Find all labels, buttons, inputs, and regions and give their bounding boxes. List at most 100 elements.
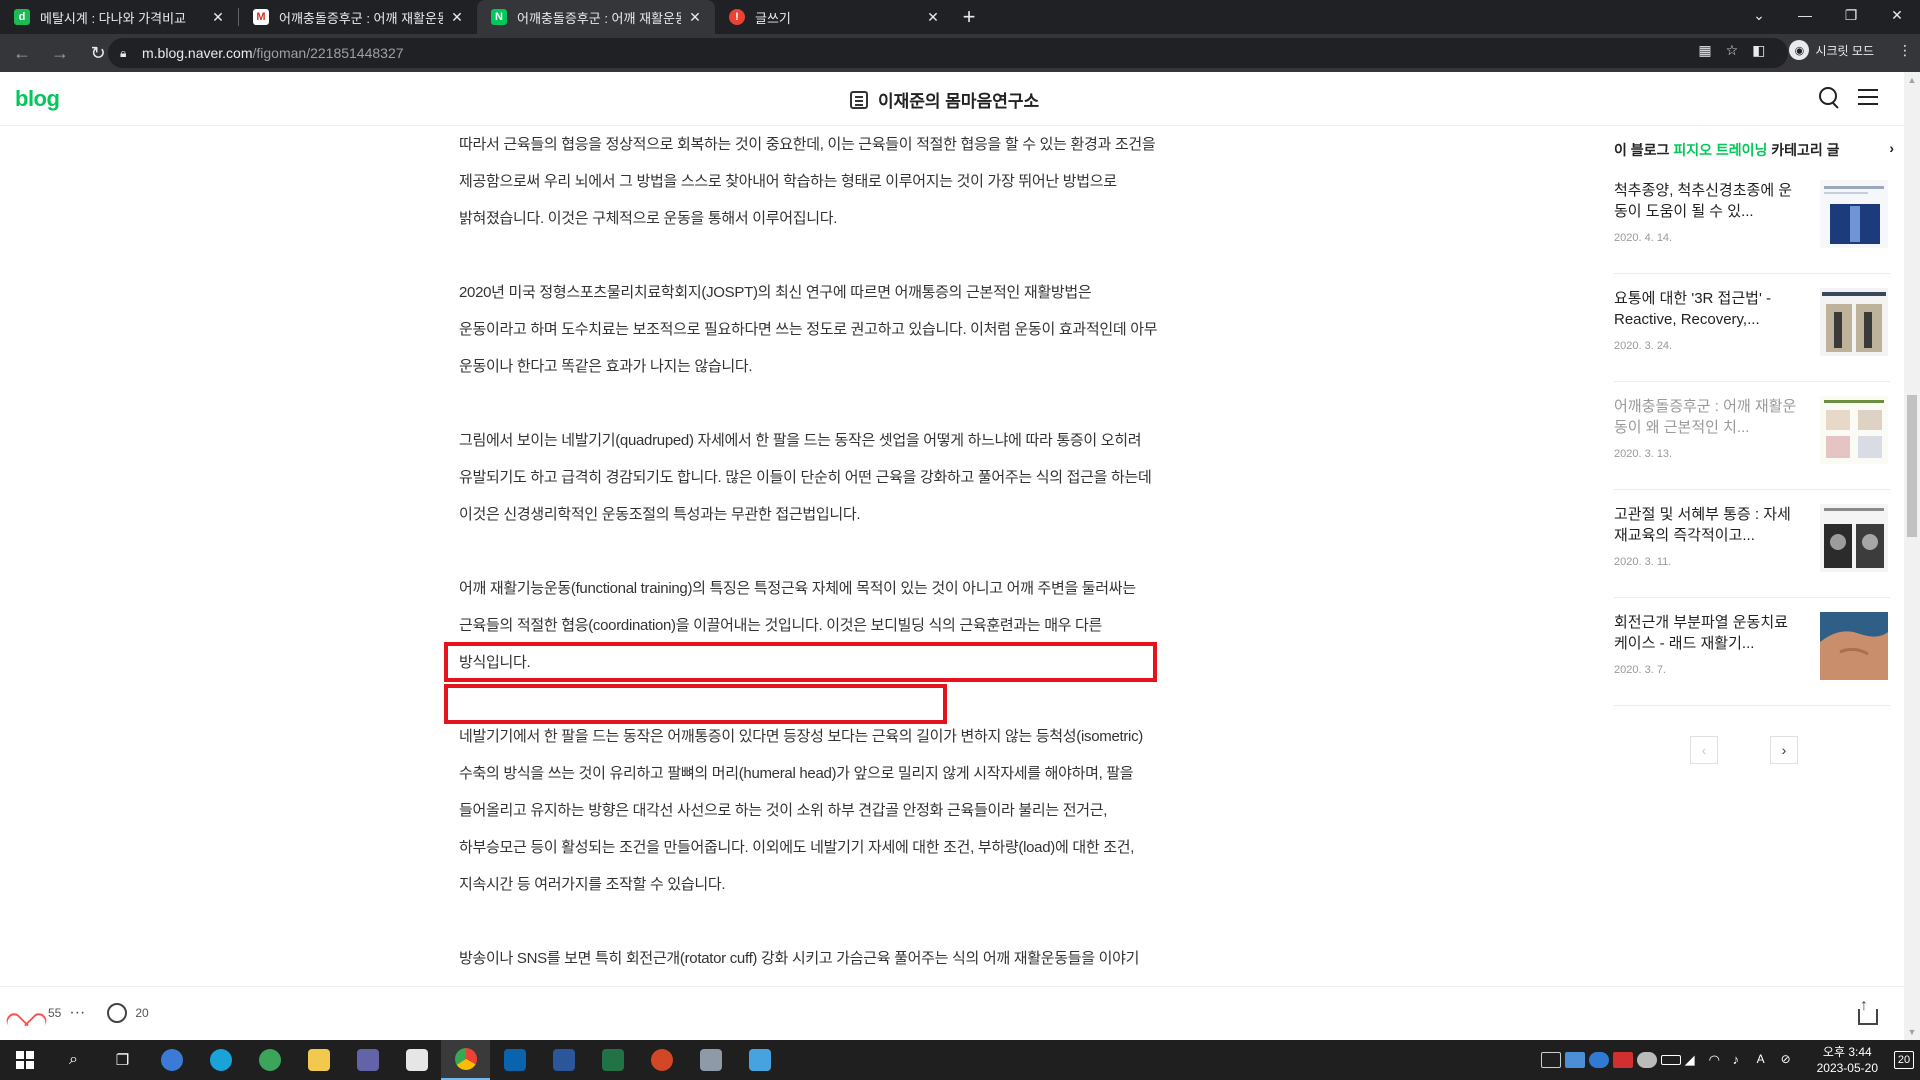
chevron-right-icon[interactable]: › <box>1889 140 1894 160</box>
start-button[interactable] <box>0 1040 49 1080</box>
scroll-up-icon[interactable]: ▲ <box>1904 72 1920 88</box>
sidebar-post[interactable]: 고관절 및 서혜부 통증 : 자세 재교육의 즉각적이고... 2020. 3.… <box>1614 490 1890 598</box>
powerpoint-icon <box>650 1049 673 1071</box>
prev-page-button[interactable]: ‹ <box>1690 736 1718 764</box>
sidebar-post[interactable]: 척추종양, 척추신경초종에 운동이 도움이 될 수 있... 2020. 4. … <box>1614 166 1890 274</box>
tab-strip: d 메탈시계 : 다나와 가격비교 ✕ M 어깨충돌증후군 : 어깨 재활운동 … <box>0 0 1920 34</box>
taskbar-app[interactable] <box>588 1040 637 1080</box>
next-page-button[interactable]: › <box>1770 736 1798 764</box>
tray-app-icon[interactable] <box>1540 1052 1561 1068</box>
remote-desktop-icon <box>748 1049 771 1071</box>
minimize-button[interactable]: — <box>1782 0 1828 30</box>
sidebar-post[interactable]: 회전근개 부분파열 운동치료 케이스 - 래드 재활기... 2020. 3. … <box>1614 598 1890 706</box>
heading-suffix: 카테고리 글 <box>1771 142 1840 158</box>
highlight-box-bottom <box>444 684 947 724</box>
ime-icon[interactable]: A <box>1757 1052 1777 1068</box>
task-view-button[interactable]: ❐ <box>98 1040 147 1080</box>
spine-mri-thumbnail-icon <box>1820 180 1888 248</box>
photos-app-icon <box>699 1049 722 1071</box>
close-tab-icon[interactable]: ✕ <box>925 9 941 26</box>
scrollbar-thumb[interactable] <box>1907 395 1917 537</box>
back-shoulder-photo-thumbnail-icon <box>1820 612 1888 680</box>
shield-icon[interactable] <box>1564 1052 1585 1068</box>
back-button[interactable]: ← <box>6 37 38 69</box>
heading-category: 피지오 트레이닝 <box>1673 142 1768 158</box>
battery-icon[interactable] <box>1660 1055 1681 1065</box>
url-host: m.blog.naver.com <box>142 45 253 61</box>
network-icon[interactable]: ◢ <box>1685 1052 1705 1068</box>
search-button[interactable]: ⌕ <box>49 1040 98 1080</box>
taskbar-app-chrome-active[interactable] <box>441 1040 490 1080</box>
clock[interactable]: 오후 3:44 2023-05-20 <box>1817 1044 1878 1076</box>
sidebar-post[interactable]: 요통에 대한 '3R 접근법' - Reactive, Recovery,...… <box>1614 274 1890 382</box>
post-title: 요통에 대한 '3R 접근법' - Reactive, Recovery,... <box>1614 290 1771 328</box>
blog-logo[interactable]: blog <box>15 86 60 112</box>
translate-icon[interactable]: ▦ <box>1698 42 1711 59</box>
scroll-down-icon[interactable]: ▼ <box>1904 1024 1920 1040</box>
page-scrollbar[interactable]: ▲ ▼ <box>1904 72 1920 1040</box>
taskbar-app[interactable] <box>539 1040 588 1080</box>
menu-icon[interactable] <box>1858 86 1878 108</box>
close-window-button[interactable]: ✕ <box>1874 0 1920 30</box>
post-list-icon <box>850 90 868 109</box>
taskbar-app[interactable] <box>294 1040 343 1080</box>
post-thumbnail <box>1820 504 1888 572</box>
taskbar-app[interactable] <box>490 1040 539 1080</box>
security-icon[interactable] <box>1612 1052 1633 1068</box>
taskbar-app[interactable] <box>196 1040 245 1080</box>
sidebar-heading[interactable]: 이 블로그 피지오 트레이닝 카테고리 글 › <box>1614 140 1894 160</box>
wifi-icon[interactable]: ◠ <box>1709 1052 1729 1068</box>
taskbar-app[interactable] <box>735 1040 784 1080</box>
taskbar-app[interactable] <box>392 1040 441 1080</box>
volume-icon[interactable]: ♪ <box>1733 1052 1753 1068</box>
tab-title: 어깨충돌증후군 : 어깨 재활운동 <box>517 10 681 26</box>
clock-time: 오후 3:44 <box>1822 1045 1872 1059</box>
close-tab-icon[interactable]: ✕ <box>687 9 703 26</box>
close-tab-icon[interactable]: ✕ <box>210 9 226 26</box>
sidebar-pager: ‹ › <box>1690 736 1798 764</box>
post-actions: 55 ··· 20 <box>14 1002 149 1024</box>
tab-search-icon[interactable]: ⌄ <box>1736 0 1782 30</box>
forward-button[interactable]: → <box>44 37 76 69</box>
post-date: 2020. 3. 24. <box>1614 340 1673 352</box>
bookmark-star-icon[interactable]: ☆ <box>1726 42 1739 59</box>
address-bar[interactable]: 🔒︎ m.blog.naver.com/figoman/221851448327 <box>108 38 1788 68</box>
close-tab-icon[interactable]: ✕ <box>449 9 465 26</box>
windows-taskbar: ⌕ ❐ ◢ ◠ ♪ A ⊘ 오후 3:44 2023-05-20 20 <box>0 1040 1920 1080</box>
system-tray: ◢ ◠ ♪ A ⊘ 오후 3:44 2023-05-20 20 <box>1539 1040 1920 1080</box>
taskbar-app[interactable] <box>147 1040 196 1080</box>
restore-button[interactable]: ❐ <box>1828 0 1874 30</box>
blog-title[interactable]: 이재준의 몸마음연구소 <box>850 87 1039 112</box>
post-date: 2020. 4. 14. <box>1614 232 1673 244</box>
onedrive-icon[interactable] <box>1588 1052 1609 1068</box>
tab-gmail[interactable]: M 어깨충돌증후군 : 어깨 재활운동 ✕ <box>239 0 477 34</box>
tab-write[interactable]: ! 글쓰기 ✕ <box>715 0 953 34</box>
new-tab-button[interactable]: + <box>953 0 985 34</box>
share-icon[interactable] <box>1856 997 1878 1025</box>
taskbar-app[interactable] <box>637 1040 686 1080</box>
write-favicon-icon: ! <box>729 9 745 25</box>
more-options-icon[interactable]: ··· <box>69 1004 85 1022</box>
incognito-indicator[interactable]: ◉ 시크릿 모드 <box>1779 38 1884 62</box>
like-heart-icon[interactable] <box>14 1002 40 1024</box>
sidebar-post-current[interactable]: 어깨충돌증후군 : 어깨 재활운동이 왜 근본적인 치... 2020. 3. … <box>1614 382 1890 490</box>
taskbar-app[interactable] <box>245 1040 294 1080</box>
cloud-icon[interactable] <box>1636 1052 1657 1068</box>
taskbar-app[interactable] <box>686 1040 735 1080</box>
post-thumbnail <box>1820 288 1888 356</box>
search-icon[interactable] <box>1818 86 1840 108</box>
tab-naver-blog-active[interactable]: N 어깨충돌증후군 : 어깨 재활운동 ✕ <box>477 0 715 34</box>
tab-danawa[interactable]: d 메탈시계 : 다나와 가격비교 ✕ <box>0 0 238 34</box>
power-off-icon[interactable]: ⊘ <box>1781 1052 1801 1068</box>
side-panel-icon[interactable]: ◧ <box>1752 42 1765 59</box>
menu-kebab-icon[interactable]: ⋮ <box>1898 42 1912 59</box>
post-thumbnail <box>1820 396 1888 464</box>
lock-icon[interactable]: 🔒︎ <box>120 46 142 61</box>
file-explorer-icon <box>307 1049 330 1071</box>
comment-icon[interactable] <box>107 1003 128 1023</box>
taskbar-apps: ⌕ ❐ <box>0 1040 784 1080</box>
taskbar-app[interactable] <box>343 1040 392 1080</box>
notification-center-button[interactable]: 20 <box>1888 1040 1920 1080</box>
post-title: 회전근개 부분파열 운동치료 케이스 - 래드 재활기... <box>1614 614 1788 652</box>
shoulder-exercise-thumbnail-icon <box>1820 396 1888 464</box>
